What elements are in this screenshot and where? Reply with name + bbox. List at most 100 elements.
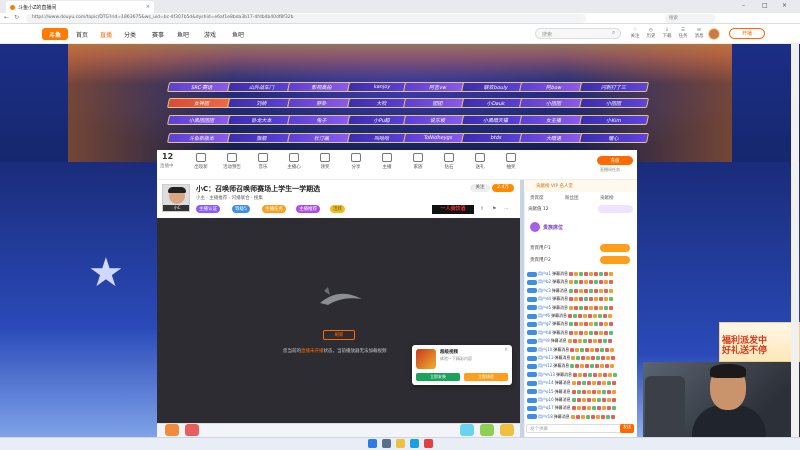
toolbar-tool[interactable]: 抽奖 [498, 153, 524, 170]
nav-games[interactable]: 游戏 [204, 30, 216, 39]
back-icon[interactable]: ← [4, 14, 9, 21]
chat-username[interactable]: 用户c3 [538, 288, 551, 294]
badge-verify[interactable]: 主播认证 [196, 205, 220, 213]
app-icon[interactable] [424, 439, 433, 448]
edge-icon[interactable] [410, 439, 419, 448]
emoji-icon [609, 322, 614, 327]
chat-username[interactable]: 用户d4 [538, 296, 551, 302]
chat-username[interactable]: 用户b2 [538, 279, 551, 285]
start-icon[interactable] [368, 439, 377, 448]
chat-username[interactable]: 用户r18 [538, 414, 553, 420]
banner-tag[interactable]: 小Kim [578, 115, 650, 125]
gift-3-icon[interactable] [460, 424, 474, 436]
tab-contrib[interactable]: 贡献榜 [600, 195, 614, 201]
gift-1-icon[interactable] [165, 424, 179, 436]
gift-2-icon[interactable] [185, 424, 199, 436]
chat-username[interactable]: 用户k11 [538, 355, 553, 361]
maximize-icon[interactable]: □ [762, 2, 768, 9]
ad-banner[interactable]: 一人我饮酒 [432, 205, 474, 214]
toolbar-tool[interactable]: 出现新 [188, 153, 214, 170]
chat-username[interactable]: 用户a1 [538, 271, 551, 277]
noble-user-1[interactable]: 贵宾用户1 [530, 245, 551, 251]
emoji-icon [586, 398, 591, 402]
search-taskbar-icon[interactable] [382, 439, 391, 448]
chat-username[interactable]: 用户f6 [538, 313, 550, 319]
nav-more[interactable]: 鱼吧 [232, 30, 244, 39]
banner-tag[interactable]: 暖心 [578, 133, 650, 143]
nav-events[interactable]: 赛事 [152, 30, 164, 39]
toolbar-tool[interactable]: 家族 [405, 153, 431, 170]
emoji-icon [598, 372, 602, 377]
toolbar-tool[interactable]: 主播心 [281, 153, 307, 170]
toolbar-tool[interactable]: 领奖 [312, 153, 338, 170]
header-message-icon[interactable]: ✉ 消息 [692, 28, 706, 39]
browser-search-field[interactable]: 搜索 [665, 14, 715, 23]
nav-home[interactable]: 首页 [76, 30, 88, 39]
header-download-icon[interactable]: ⇩ 下载 [660, 28, 674, 39]
toolbar-tool[interactable]: 钻石 [436, 153, 462, 170]
badge-active[interactable]: 活跃 [330, 205, 345, 213]
chat-username[interactable]: 用户l12 [538, 363, 552, 369]
chat-input[interactable]: 发个弹幕 [526, 424, 634, 433]
chat-username[interactable]: 用户o15 [538, 389, 554, 395]
nav-live[interactable]: 直播 [100, 30, 112, 39]
page-scrollbar[interactable] [791, 44, 799, 437]
banner-tag[interactable]: 小团团 [578, 98, 650, 108]
gift-4-icon[interactable] [480, 424, 494, 436]
browser-tab[interactable]: 斗鱼小Z的直播间 × [6, 1, 154, 13]
toolbar-tool[interactable]: 主播 [374, 153, 400, 170]
chat-username[interactable]: 用户h8 [538, 330, 551, 336]
site-logo[interactable]: 斗鱼 [42, 28, 68, 40]
chat-username[interactable]: 用户m13 [538, 372, 555, 378]
rank-toggle[interactable] [598, 205, 633, 213]
chat-username[interactable]: 用户p16 [538, 397, 554, 403]
site-search-input[interactable]: 搜索 [535, 28, 621, 39]
minimize-icon[interactable]: – [742, 2, 745, 9]
url-field[interactable]: https://www.douyu.com/topic/DTG?rid=1863… [26, 14, 586, 23]
noble-user-2[interactable]: 贵宾用户2 [530, 257, 551, 263]
tool-label: 分享 [351, 165, 361, 170]
report-icon[interactable]: ⚑ [492, 206, 496, 212]
popup-close-icon[interactable]: × [504, 347, 508, 353]
chat-username[interactable]: 用户j10 [538, 347, 552, 353]
streamer-avatar[interactable]: 小C [162, 184, 190, 212]
nav-category[interactable]: 分类 [124, 30, 136, 39]
badge-recommend[interactable]: 主播推荐 [296, 205, 320, 213]
tab-close-icon[interactable]: × [146, 4, 150, 10]
search-icon[interactable]: ⌕ [612, 29, 615, 37]
more-icon[interactable]: ⋯ [504, 206, 509, 212]
send-button[interactable]: 发送 [620, 424, 634, 433]
header-follow-icon[interactable]: ♡ 关注 [628, 28, 642, 39]
chat-username[interactable]: 用户q17 [538, 405, 554, 411]
install-button[interactable]: 立即安装 [416, 373, 460, 381]
tab-vip[interactable]: 贵宾席 [530, 195, 544, 201]
share-icon[interactable]: ⇪ [480, 206, 484, 212]
open-live-button[interactable]: 开播 [729, 28, 765, 39]
banner-tag[interactable]: 闪刺打了三 [578, 82, 650, 92]
toolbar-tool[interactable]: 活动预告 [219, 153, 245, 170]
tab-fans[interactable]: 粉丝团 [565, 195, 579, 201]
header-history-icon[interactable]: ◷ 历史 [644, 28, 658, 39]
chat-username[interactable]: 用户i9 [538, 338, 550, 344]
try-button[interactable]: 立即体验 [464, 373, 508, 381]
gift-5-icon[interactable] [500, 424, 514, 436]
toolbar-tool[interactable]: 送礼 [467, 153, 493, 170]
chat-username[interactable]: 用户n14 [538, 380, 554, 386]
video-player[interactable] [157, 218, 520, 423]
refresh-icon[interactable]: ↻ [14, 14, 19, 21]
chat-username[interactable]: 用户e5 [538, 305, 551, 311]
header-task-icon[interactable]: ☰ 任务 [676, 28, 690, 39]
nav-yuba[interactable]: 鱼吧 [177, 30, 189, 39]
follow-button[interactable]: 关注 [470, 184, 490, 192]
charge-button[interactable]: 充值 [597, 156, 633, 165]
badge-task[interactable]: 主播任务 [262, 205, 286, 213]
toolbar-tool[interactable]: 分享 [343, 153, 369, 170]
user-avatar[interactable] [708, 28, 720, 40]
toolbar-tool[interactable]: 音乐 [250, 153, 276, 170]
badge-level[interactable]: 等级5 [232, 205, 250, 213]
refresh-player-button[interactable]: 刷新 [323, 330, 355, 340]
chat-username[interactable]: 用户g7 [538, 321, 551, 327]
emoji-icon [590, 347, 595, 352]
close-window-icon[interactable]: × [782, 2, 787, 9]
file-explorer-icon[interactable] [396, 439, 405, 448]
